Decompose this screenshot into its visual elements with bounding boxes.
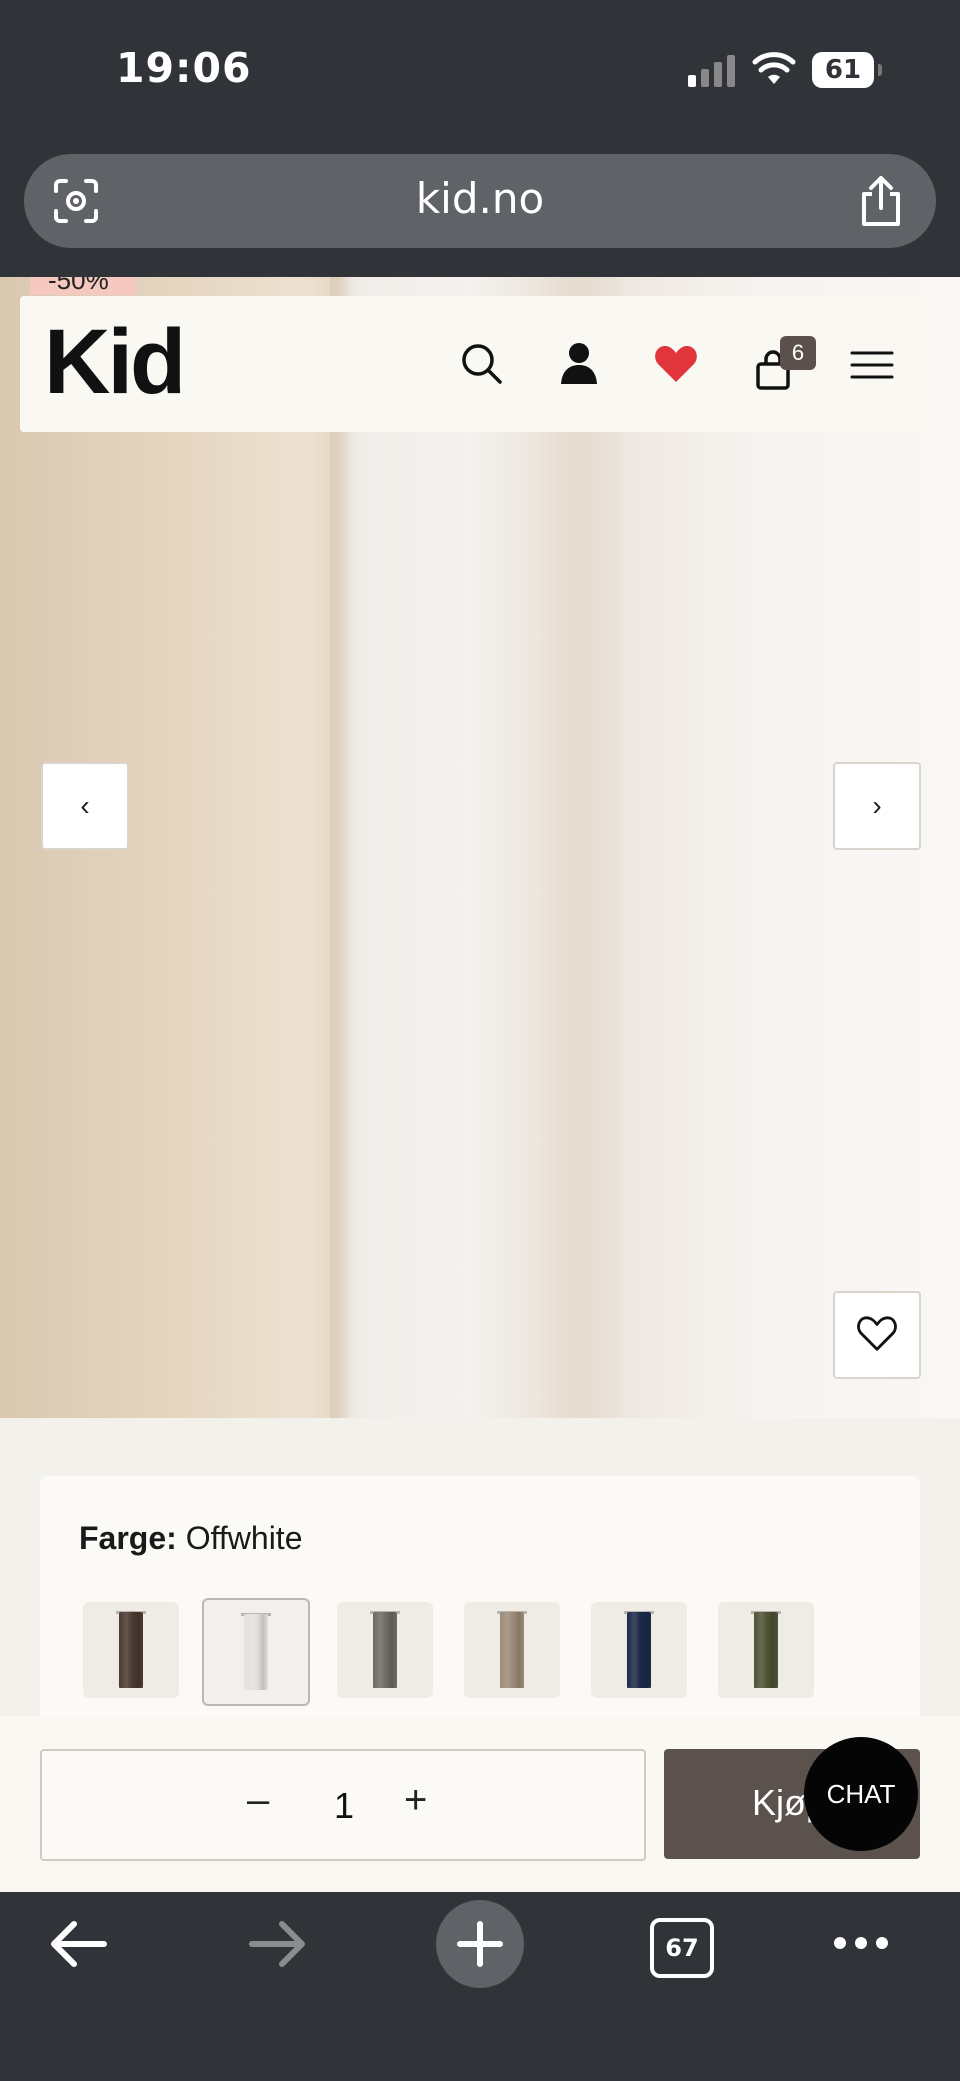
battery-icon: 61 <box>812 52 882 88</box>
cart-count-badge: 6 <box>780 336 816 370</box>
color-swatch-beige[interactable] <box>464 1602 560 1698</box>
color-swatch-olive[interactable] <box>718 1602 814 1698</box>
status-time: 19:06 <box>116 44 252 92</box>
search-icon[interactable] <box>460 342 504 386</box>
url-text[interactable]: kid.no <box>0 174 960 223</box>
heart-icon[interactable] <box>654 344 698 384</box>
gallery-prev-button[interactable]: ‹ <box>41 762 129 850</box>
back-icon[interactable] <box>48 1918 108 1970</box>
color-swatch-offwhite[interactable] <box>202 1598 310 1706</box>
gallery-next-button[interactable]: › <box>833 762 921 850</box>
add-to-wishlist-button[interactable] <box>833 1291 921 1379</box>
store-logo[interactable]: Kid <box>44 312 186 412</box>
color-swatch-navy[interactable] <box>591 1602 687 1698</box>
decrease-quantity-button[interactable]: – <box>247 1778 269 1823</box>
color-swatch-brown[interactable] <box>83 1602 179 1698</box>
chevron-left-icon: ‹ <box>80 790 90 821</box>
cellular-signal-icon <box>688 55 738 87</box>
wifi-icon <box>752 52 796 84</box>
quantity-value[interactable]: 1 <box>334 1785 354 1827</box>
product-image[interactable] <box>0 277 960 1418</box>
chevron-right-icon: › <box>872 790 882 821</box>
account-icon[interactable] <box>560 342 598 384</box>
share-icon[interactable] <box>856 174 906 228</box>
color-label: Farge: Offwhite <box>79 1520 303 1556</box>
chat-button[interactable]: CHAT <box>804 1737 918 1851</box>
battery-level: 61 <box>824 55 862 85</box>
more-options-icon[interactable] <box>834 1936 897 1954</box>
color-swatch-grey[interactable] <box>337 1602 433 1698</box>
plus-icon <box>457 1921 503 1967</box>
menu-icon[interactable] <box>850 350 894 380</box>
forward-icon[interactable] <box>248 1918 308 1970</box>
new-tab-button[interactable] <box>436 1900 524 1988</box>
increase-quantity-button[interactable]: + <box>404 1778 427 1823</box>
tabs-button[interactable]: 67 <box>650 1918 714 1978</box>
selected-color: Offwhite <box>185 1520 303 1556</box>
sale-badge: -50% <box>30 277 136 295</box>
heart-outline-icon <box>857 1316 897 1351</box>
